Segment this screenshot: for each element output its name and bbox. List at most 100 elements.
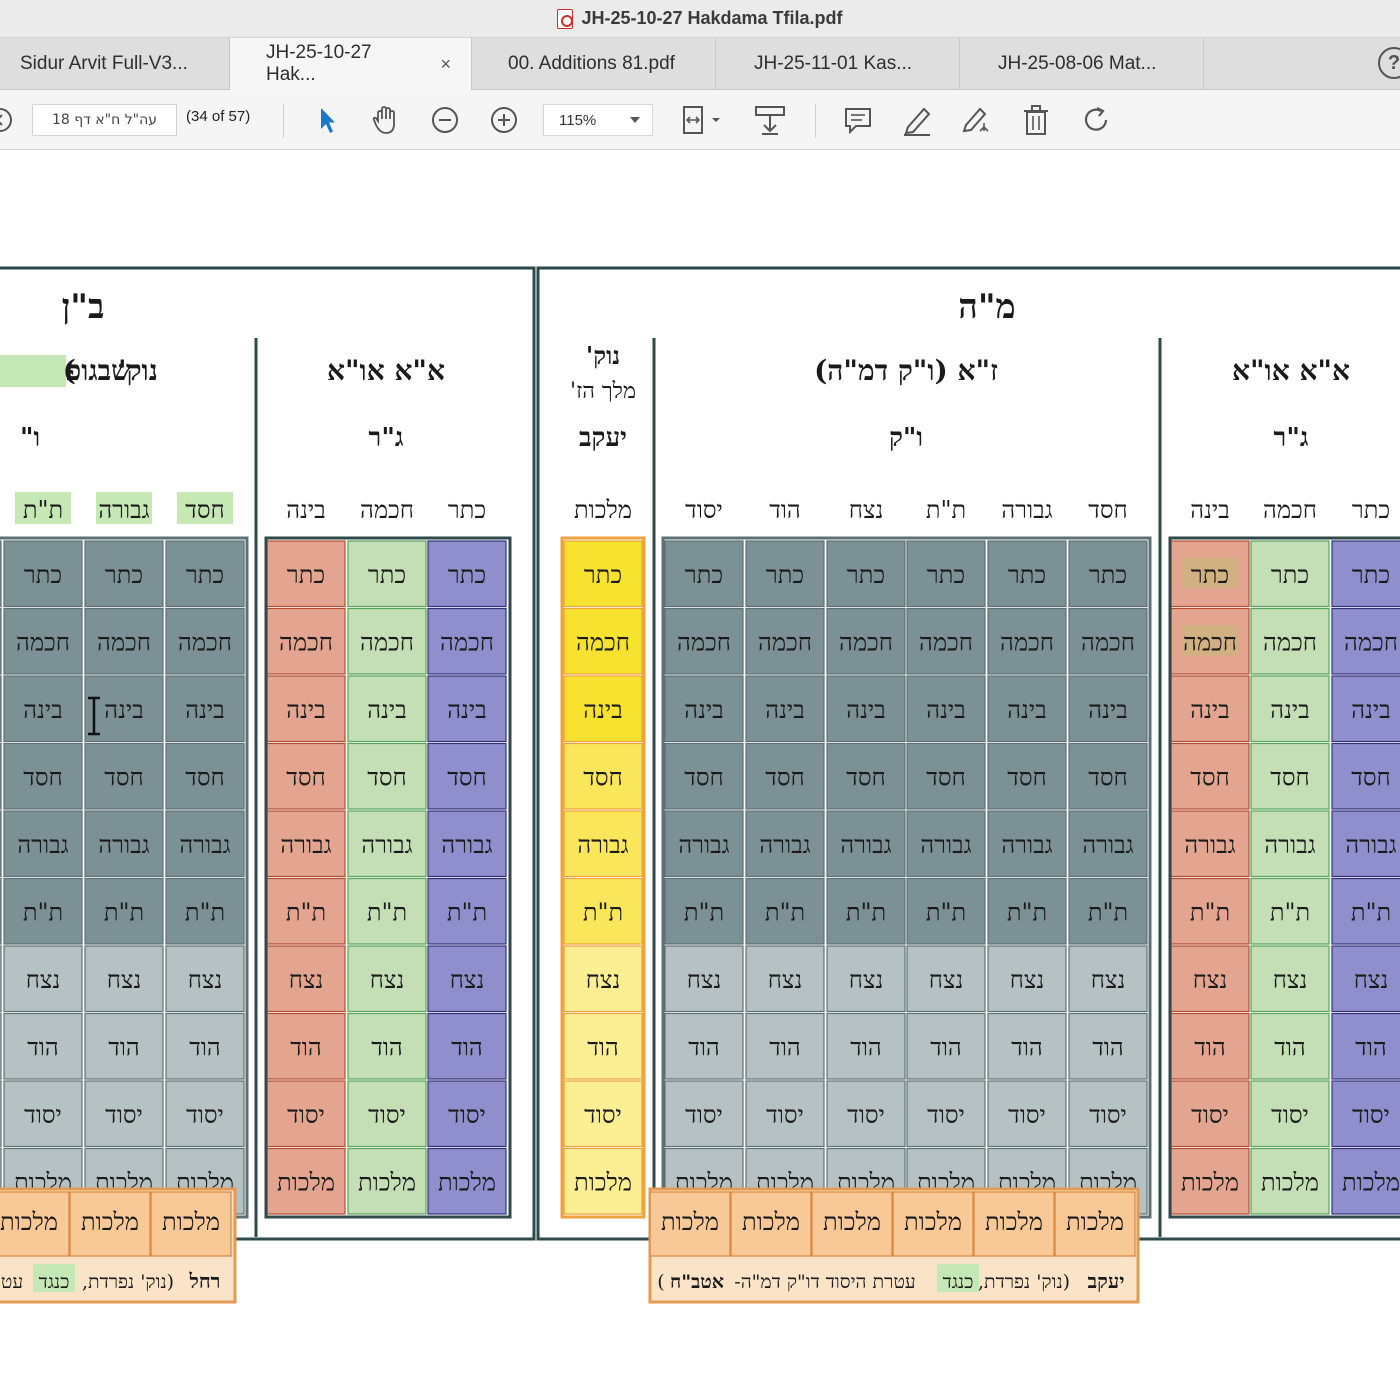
sign-icon[interactable]	[956, 90, 996, 150]
pdf-file-icon	[557, 8, 574, 29]
sefira-label: חסד	[1190, 763, 1229, 791]
malchut-label: מלכות	[742, 1208, 800, 1236]
sefira-label: חכמה	[1263, 628, 1317, 656]
sefira-label: נצח	[586, 966, 621, 994]
sefira-label: הוד	[1011, 1033, 1043, 1061]
sefira-label: נצח	[849, 966, 884, 994]
pdf-page[interactable]: מ"ה ב"ן א"א או"א ג"ר ז"א (ו"ק דמ"ה) ו"ק …	[0, 150, 1400, 1400]
sefira-label: נצח	[107, 966, 142, 994]
ben-title: ב"ן	[62, 287, 105, 327]
sefira-label: ת"ת	[23, 898, 63, 926]
aa-right-title: א"א או"א	[1232, 354, 1350, 387]
sefira-label: הוד	[769, 1033, 801, 1061]
sefira-label: חכמה	[1183, 628, 1237, 656]
page-count: (34 of 57)	[186, 108, 251, 125]
sefira-label: בינה	[1190, 696, 1229, 724]
sefira-label: ת"ת	[447, 898, 487, 926]
sefira-label: הוד	[1274, 1033, 1306, 1061]
malchut-label: מלכות	[904, 1208, 962, 1236]
tab-additions[interactable]: 00. Additions 81.pdf	[472, 38, 716, 90]
sefira-label: יסוד	[766, 1101, 804, 1129]
sefira-label: הוד	[688, 1033, 720, 1061]
zoom-out-icon[interactable]	[428, 90, 462, 150]
sefira-label: חסד	[1007, 763, 1046, 791]
prev-page-icon[interactable]	[0, 90, 14, 150]
sefira-label: כתר	[448, 561, 486, 589]
sefira-label: ת"ת	[926, 898, 966, 926]
malchut-label: מלכות	[1066, 1208, 1124, 1236]
sefira-label: ת"ת	[367, 898, 407, 926]
sefira-label: גבורה	[577, 831, 628, 859]
nok-right-subtitle: יעקב	[579, 423, 627, 453]
close-tab-icon[interactable]: ×	[440, 54, 451, 75]
column-header: כתר	[1352, 496, 1390, 524]
column-header: יסוד	[685, 496, 723, 524]
sefira-label: הוד	[587, 1033, 619, 1061]
sefira-label: יסוד	[685, 1101, 723, 1129]
sefira-label: הוד	[1092, 1033, 1124, 1061]
help-icon[interactable]: ?	[1378, 47, 1400, 79]
tab-sidur-arvit[interactable]: Sidur Arvit Full-V3...	[0, 38, 230, 90]
sefira-label: חכמה	[758, 628, 812, 656]
delete-icon[interactable]	[1018, 90, 1054, 150]
sefira-cell	[0, 1080, 2, 1148]
comment-icon[interactable]	[840, 90, 876, 150]
sefira-label: כתר	[24, 561, 62, 589]
sefira-label: גבורה	[1001, 831, 1052, 859]
sefira-label: בינה	[926, 696, 965, 724]
sefira-cell	[0, 945, 2, 1013]
sefira-label: הוד	[290, 1033, 322, 1061]
zoom-in-icon[interactable]	[487, 90, 521, 150]
highlight-pen-icon[interactable]	[898, 90, 936, 150]
sefira-cell	[0, 675, 2, 743]
nok-right-title2: מלך הז'	[570, 379, 636, 404]
sefira-label: הוד	[451, 1033, 483, 1061]
rachel-note-name: רחל	[188, 1269, 220, 1293]
toolbar: עה"ל ח"א דף 18 (34 of 57) 115%	[0, 90, 1400, 150]
sefira-label: בינה	[447, 696, 486, 724]
sefira-label: נצח	[929, 966, 964, 994]
sefira-label: גבורה	[280, 831, 331, 859]
malchut-label: מלכות	[0, 1208, 58, 1236]
tab-hakdama-tfila[interactable]: JH-25-10-27 Hak... ×	[230, 38, 472, 90]
sefira-label: בינה	[1088, 696, 1127, 724]
malchut-label: מלכות	[81, 1208, 139, 1236]
sefira-label: מלכות	[277, 1168, 335, 1196]
sefira-label: חכמה	[97, 628, 151, 656]
za-title: ז"א (ו"ק דמ"ה)	[814, 354, 998, 387]
sefira-label: מלכות	[358, 1168, 416, 1196]
page-number-input[interactable]: עה"ל ח"א דף 18	[32, 104, 177, 136]
sefira-label: חסד	[447, 763, 486, 791]
sefira-label: יסוד	[1089, 1101, 1127, 1129]
sefira-label: חסד	[1088, 763, 1127, 791]
column-header: חסד	[1088, 496, 1127, 524]
tab-kas[interactable]: JH-25-11-01 Kas...	[716, 38, 960, 90]
scroll-mode-icon[interactable]	[750, 90, 790, 150]
tab-label: JH-25-10-27 Hak...	[266, 42, 372, 85]
select-arrow-icon[interactable]	[312, 90, 342, 150]
fit-page-icon[interactable]	[676, 90, 728, 150]
sefira-label: גבורה	[1264, 831, 1315, 859]
sefira-label: גבורה	[1345, 831, 1396, 859]
sefira-label: הוד	[1194, 1033, 1226, 1061]
sefira-label: נצח	[768, 966, 803, 994]
sefira-label: גבורה	[98, 831, 149, 859]
tab-mat[interactable]: JH-25-08-06 Mat...	[960, 38, 1204, 90]
zoom-value: 115%	[559, 111, 597, 129]
sefira-cell	[0, 607, 2, 675]
column-header: חכמה	[1263, 496, 1317, 524]
zoom-select[interactable]: 115%	[543, 104, 653, 136]
column-header: בינה	[286, 496, 325, 524]
hand-tool-icon[interactable]	[366, 90, 406, 150]
rotate-icon[interactable]	[1078, 90, 1114, 150]
sefira-label: חסד	[367, 763, 406, 791]
rachel-note-text: עט	[1, 1271, 23, 1293]
sefira-label: גבורה	[1082, 831, 1133, 859]
sefira-label: כתר	[847, 561, 885, 589]
sefira-label: חסד	[1270, 763, 1309, 791]
sefira-label: חכמה	[1000, 628, 1054, 656]
sefira-label: נצח	[188, 966, 223, 994]
sefira-label: נצח	[1354, 966, 1389, 994]
sefirot-table: מ"ה ב"ן א"א או"א ג"ר ז"א (ו"ק דמ"ה) ו"ק …	[0, 266, 1400, 1304]
sefira-label: בינה	[104, 696, 143, 724]
